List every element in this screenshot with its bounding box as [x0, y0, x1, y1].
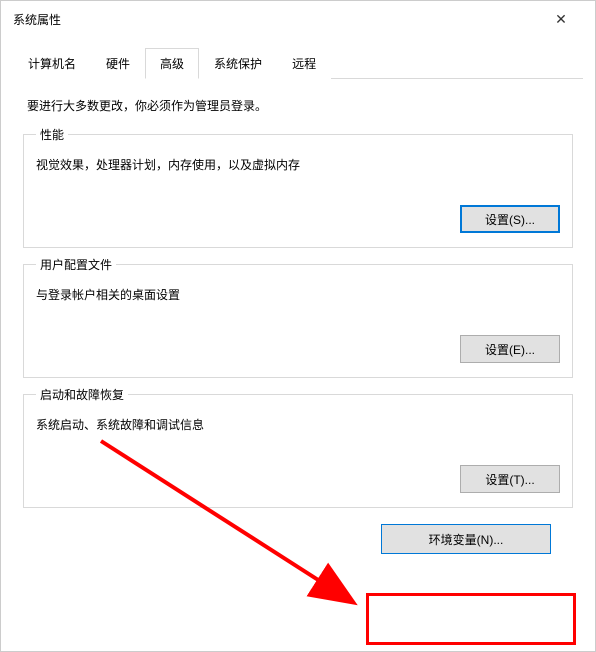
startup-recovery-settings-button[interactable]: 设置(T)...	[460, 465, 560, 493]
tab-hardware[interactable]: 硬件	[91, 48, 145, 79]
performance-settings-button[interactable]: 设置(S)...	[460, 205, 560, 233]
tab-system-protection[interactable]: 系统保护	[199, 48, 277, 79]
performance-group: 性能 视觉效果，处理器计划，内存使用，以及虚拟内存 设置(S)...	[23, 134, 573, 248]
performance-desc: 视觉效果，处理器计划，内存使用，以及虚拟内存	[36, 156, 560, 173]
startup-recovery-desc: 系统启动、系统故障和调试信息	[36, 416, 560, 433]
tab-content-advanced: 要进行大多数更改，你必须作为管理员登录。 性能 视觉效果，处理器计划，内存使用，…	[13, 79, 583, 564]
annotation-highlight-rect	[366, 593, 576, 645]
user-profiles-group: 用户配置文件 与登录帐户相关的桌面设置 设置(E)...	[23, 264, 573, 378]
user-profiles-legend: 用户配置文件	[36, 256, 116, 273]
titlebar: 系统属性 ✕	[1, 1, 595, 37]
startup-recovery-legend: 启动和故障恢复	[36, 386, 128, 403]
performance-legend: 性能	[36, 126, 68, 143]
admin-notice-text: 要进行大多数更改，你必须作为管理员登录。	[23, 97, 573, 114]
tabs: 计算机名 硬件 高级 系统保护 远程	[13, 47, 583, 79]
close-icon[interactable]: ✕	[541, 11, 581, 28]
system-properties-dialog: 系统属性 ✕ 计算机名 硬件 高级 系统保护 远程 要进行大多数更改，你必须作为…	[0, 0, 596, 652]
dialog-title: 系统属性	[13, 11, 61, 28]
user-profiles-settings-button[interactable]: 设置(E)...	[460, 335, 560, 363]
environment-variables-button[interactable]: 环境变量(N)...	[381, 524, 551, 554]
tab-container: 计算机名 硬件 高级 系统保护 远程 要进行大多数更改，你必须作为管理员登录。 …	[13, 47, 583, 564]
startup-recovery-group: 启动和故障恢复 系统启动、系统故障和调试信息 设置(T)...	[23, 394, 573, 508]
tab-advanced[interactable]: 高级	[145, 48, 199, 79]
tab-computer-name[interactable]: 计算机名	[13, 48, 91, 79]
tab-remote[interactable]: 远程	[277, 48, 331, 79]
user-profiles-desc: 与登录帐户相关的桌面设置	[36, 286, 560, 303]
